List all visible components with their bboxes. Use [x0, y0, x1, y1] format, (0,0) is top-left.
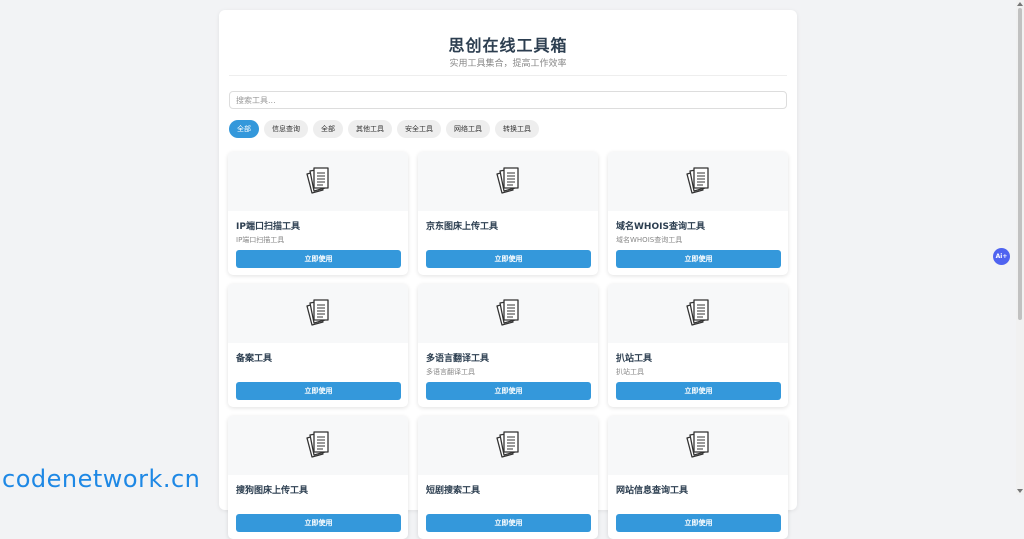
tool-card[interactable]: 备案工具 立即使用: [228, 284, 408, 407]
document-stack-icon: [493, 165, 523, 199]
header-divider: [229, 75, 787, 76]
category-filters: 全部 信息查询 全部 其他工具 安全工具 网络工具 转换工具: [229, 120, 539, 138]
document-stack-icon: [683, 429, 713, 463]
use-now-button[interactable]: 立即使用: [616, 514, 781, 532]
filter-other-tools[interactable]: 其他工具: [348, 120, 392, 138]
card-thumbnail: [418, 152, 598, 211]
site-watermark: codenetwork.cn: [2, 465, 201, 493]
card-description: 多语言翻译工具: [426, 368, 475, 376]
filter-all-2[interactable]: 全部: [313, 120, 343, 138]
filter-security-tools[interactable]: 安全工具: [397, 120, 441, 138]
tool-card[interactable]: 多语言翻译工具 多语言翻译工具 立即使用: [418, 284, 598, 407]
tool-card[interactable]: 扒站工具 扒站工具 立即使用: [608, 284, 788, 407]
card-thumbnail: [418, 284, 598, 343]
card-thumbnail: [228, 416, 408, 475]
card-title: 网站信息查询工具: [616, 486, 689, 496]
card-thumbnail: [608, 152, 788, 211]
scrollbar-thumb[interactable]: [1018, 8, 1022, 320]
card-description: 扒站工具: [616, 368, 644, 376]
use-now-button[interactable]: 立即使用: [236, 382, 401, 400]
use-now-button[interactable]: 立即使用: [236, 250, 401, 268]
tool-card[interactable]: 搜狗图床上传工具立即使用: [228, 416, 408, 539]
filter-convert-tools[interactable]: 转换工具: [495, 120, 539, 138]
card-thumbnail: [608, 284, 788, 343]
tool-card[interactable]: 网站信息查询工具立即使用: [608, 416, 788, 539]
card-title: 域名WHOIS查询工具: [616, 222, 705, 232]
document-stack-icon: [493, 429, 523, 463]
ai-assistant-button[interactable]: Ai+: [993, 248, 1010, 265]
use-now-button[interactable]: 立即使用: [426, 250, 591, 268]
use-now-button[interactable]: 立即使用: [426, 382, 591, 400]
document-stack-icon: [303, 165, 333, 199]
use-now-button[interactable]: 立即使用: [236, 514, 401, 532]
card-title: 搜狗图床上传工具: [236, 486, 309, 496]
card-thumbnail: [228, 284, 408, 343]
card-title: 备案工具: [236, 354, 273, 364]
card-title: 扒站工具: [616, 354, 653, 364]
document-stack-icon: [303, 429, 333, 463]
filter-info-query[interactable]: 信息查询: [264, 120, 308, 138]
filter-network-tools[interactable]: 网络工具: [446, 120, 490, 138]
page-subtitle: 实用工具集合，提高工作效率: [449, 59, 567, 69]
tool-card[interactable]: 短剧搜索工具立即使用: [418, 416, 598, 539]
card-description: 域名WHOIS查询工具: [616, 236, 683, 244]
card-title: 京东图床上传工具: [426, 222, 499, 232]
filter-all[interactable]: 全部: [229, 120, 259, 138]
scroll-up-icon[interactable]: [1017, 2, 1023, 6]
use-now-button[interactable]: 立即使用: [426, 514, 591, 532]
card-thumbnail: [608, 416, 788, 475]
card-title: IP端口扫描工具: [236, 222, 300, 232]
document-stack-icon: [683, 297, 713, 331]
card-title: 短剧搜索工具: [426, 486, 481, 496]
tool-card[interactable]: IP端口扫描工具 IP端口扫描工具立即使用: [228, 152, 408, 275]
tool-card[interactable]: 京东图床上传工具立即使用: [418, 152, 598, 275]
tool-grid: IP端口扫描工具 IP端口扫描工具 立即使用 京东图床上传工具 立即使用 域名WHOIS查…: [228, 152, 788, 539]
use-now-button[interactable]: 立即使用: [616, 382, 781, 400]
card-description: IP端口扫描工具: [236, 236, 285, 244]
search-input[interactable]: [229, 91, 787, 109]
page-scrollbar[interactable]: [1016, 0, 1024, 495]
card-thumbnail: [228, 152, 408, 211]
document-stack-icon: [683, 165, 713, 199]
page-title: 思创在线工具箱: [448, 36, 568, 55]
tool-card[interactable]: 域名WHOIS查询工具 域名WHOIS查询工具 立即使用: [608, 152, 788, 275]
card-thumbnail: [418, 416, 598, 475]
scroll-down-icon[interactable]: [1017, 489, 1023, 493]
tool-panel: 思创在线工具箱 实用工具集合，提高工作效率 全部 信息查询 全部 其他工具 安全…: [219, 10, 797, 539]
card-title: 多语言翻译工具: [426, 354, 490, 364]
use-now-button[interactable]: 立即使用: [616, 250, 781, 268]
document-stack-icon: [493, 297, 523, 331]
document-stack-icon: [303, 297, 333, 331]
